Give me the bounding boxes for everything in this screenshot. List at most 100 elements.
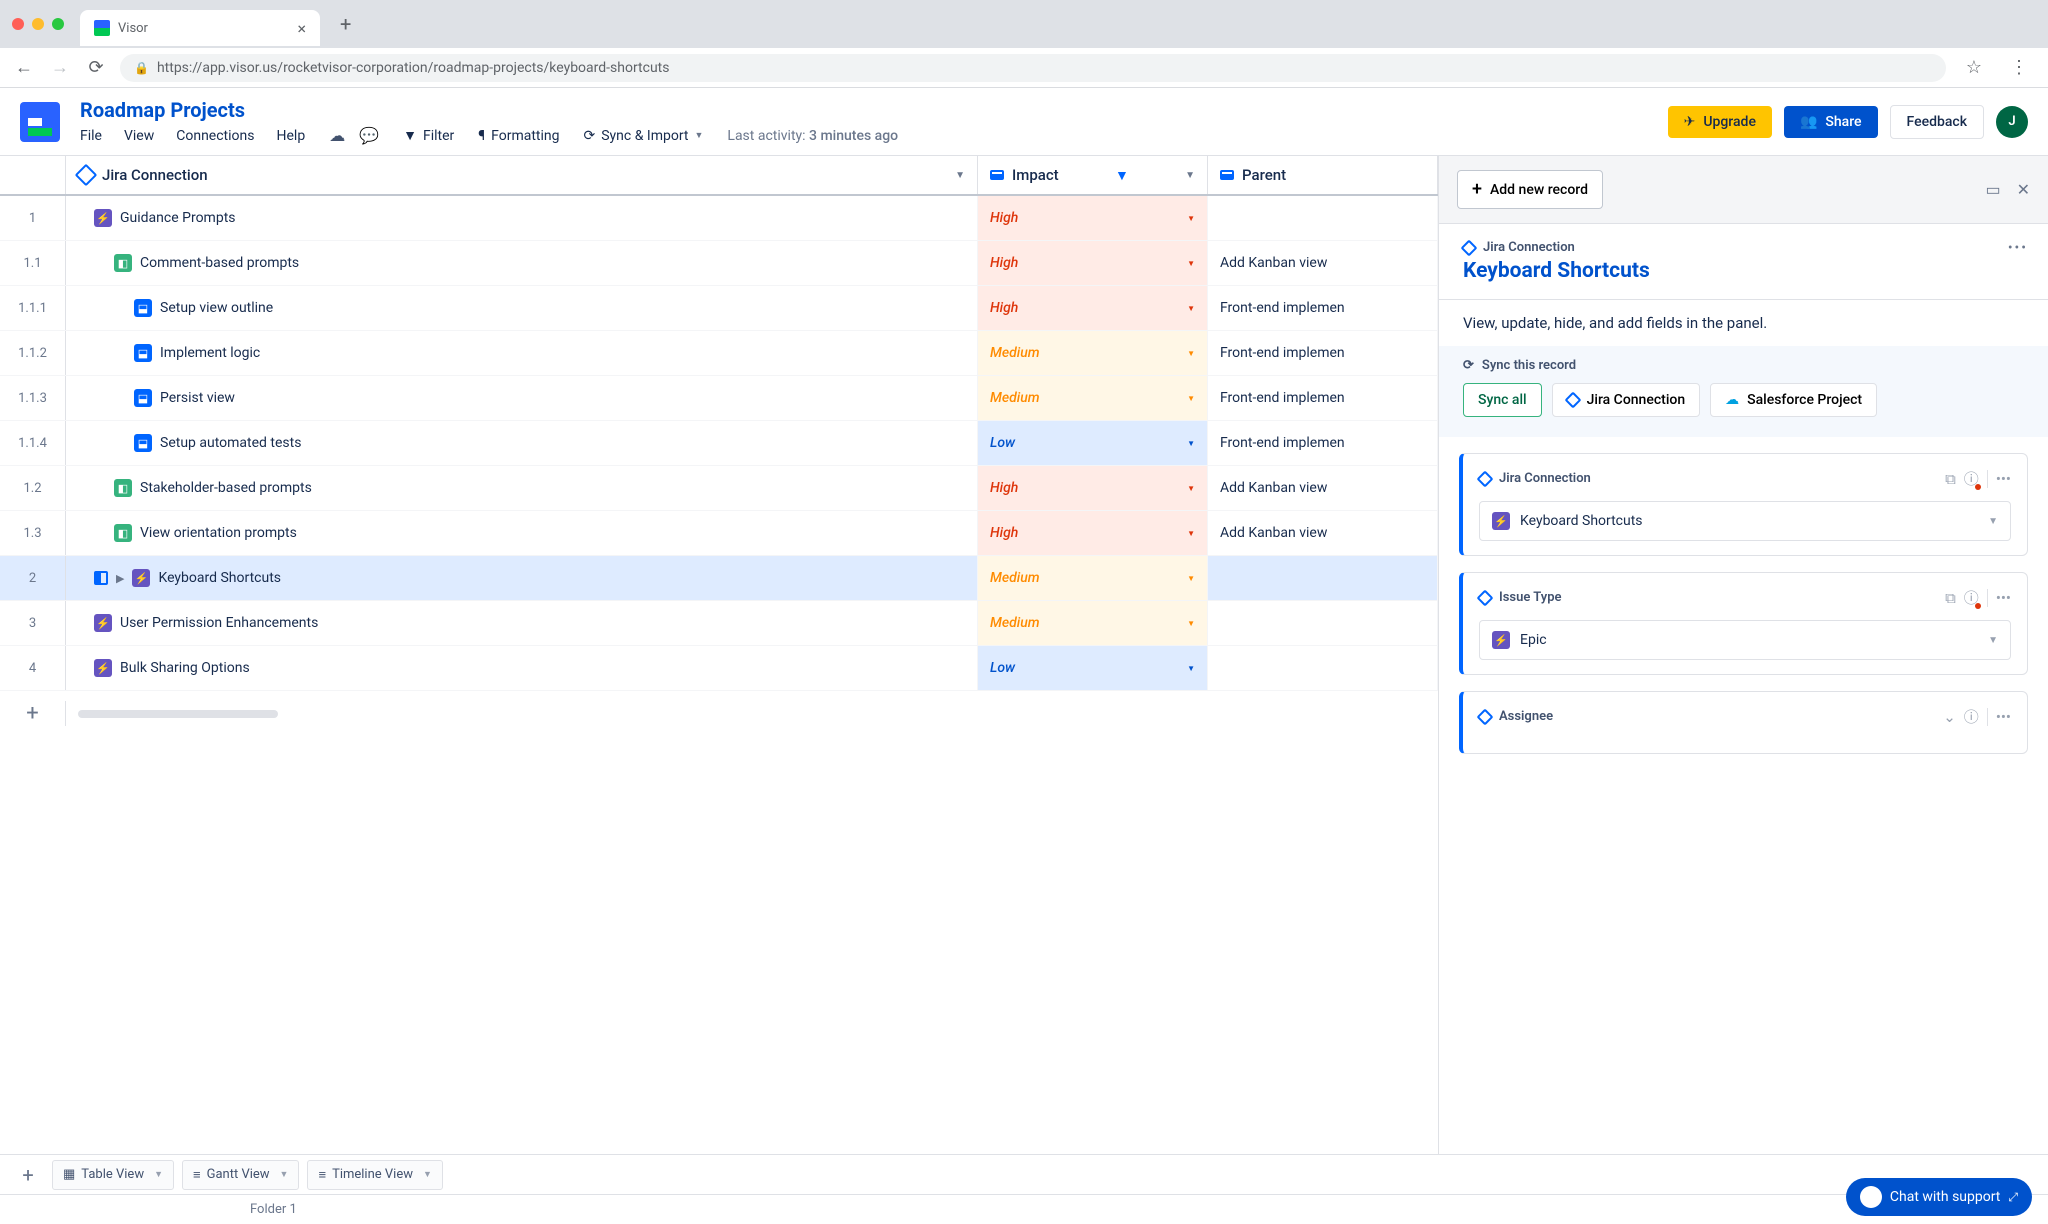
- close-panel-icon[interactable]: ✕: [2017, 180, 2030, 199]
- add-row[interactable]: +: [0, 691, 1438, 736]
- add-view-button[interactable]: +: [12, 1163, 44, 1187]
- cell-impact[interactable]: High▼: [978, 286, 1208, 330]
- formatting-action[interactable]: ¶ Formatting: [478, 128, 559, 144]
- cell-impact[interactable]: Medium▼: [978, 601, 1208, 645]
- chevron-down-icon[interactable]: ▼: [1187, 214, 1195, 223]
- expand-icon[interactable]: ▶: [116, 572, 124, 585]
- maximize-window-button[interactable]: [52, 18, 64, 30]
- chevron-down-icon[interactable]: ▼: [955, 170, 965, 181]
- feedback-button[interactable]: Feedback: [1890, 105, 1984, 139]
- cell-parent[interactable]: Add Kanban view: [1208, 511, 1438, 555]
- menu-file[interactable]: File: [80, 128, 102, 144]
- cell-parent[interactable]: Front-end implemen: [1208, 331, 1438, 375]
- column-header-impact[interactable]: Impact ▼ ▼: [978, 156, 1208, 194]
- sync-salesforce-button[interactable]: ☁ Salesforce Project: [1710, 383, 1877, 417]
- reload-button[interactable]: ⟳: [84, 57, 108, 78]
- more-icon[interactable]: •••: [1996, 708, 2011, 726]
- chevron-down-icon[interactable]: ▼: [1187, 349, 1195, 358]
- cell-impact[interactable]: Medium▼: [978, 331, 1208, 375]
- sync-action[interactable]: ⟳ Sync & Import ▼: [584, 128, 704, 144]
- chevron-down-icon[interactable]: ▼: [1187, 574, 1195, 583]
- link-icon[interactable]: ⧉: [1945, 470, 1956, 488]
- cell-title[interactable]: ⚡Guidance Prompts: [66, 196, 978, 240]
- cell-impact[interactable]: High▼: [978, 241, 1208, 285]
- chevron-down-icon[interactable]: ▼: [1988, 635, 1998, 646]
- browser-tab[interactable]: Visor ×: [80, 10, 320, 46]
- chat-icon[interactable]: 💬: [359, 126, 379, 145]
- cell-impact[interactable]: Low▼: [978, 421, 1208, 465]
- cell-title[interactable]: ◧Comment-based prompts: [66, 241, 978, 285]
- chevron-down-icon[interactable]: ▼: [1187, 664, 1195, 673]
- table-row[interactable]: 1.1.2⬓Implement logicMedium▼Front-end im…: [0, 331, 1438, 376]
- info-icon[interactable]: ⓘ: [1964, 706, 1979, 727]
- cell-title[interactable]: ▶⚡Keyboard Shortcuts: [66, 556, 978, 600]
- chevron-down-icon[interactable]: ▼: [1187, 304, 1195, 313]
- view-tab[interactable]: ≡Gantt View▼: [182, 1160, 299, 1190]
- plus-icon[interactable]: +: [0, 701, 66, 726]
- cell-impact[interactable]: Low▼: [978, 646, 1208, 690]
- table-row[interactable]: 1.3◧View orientation promptsHigh▼Add Kan…: [0, 511, 1438, 556]
- table-row[interactable]: 1.1◧Comment-based promptsHigh▼Add Kanban…: [0, 241, 1438, 286]
- cell-parent[interactable]: [1208, 556, 1438, 600]
- view-tab[interactable]: ≡Timeline View▼: [307, 1160, 442, 1190]
- avatar[interactable]: J: [1996, 106, 2028, 138]
- table-row[interactable]: 1.1.4⬓Setup automated testsLow▼Front-end…: [0, 421, 1438, 466]
- chevron-down-icon[interactable]: ▼: [1187, 439, 1195, 448]
- cell-title[interactable]: ⬓Setup view outline: [66, 286, 978, 330]
- menu-help[interactable]: Help: [277, 128, 306, 144]
- cell-parent[interactable]: [1208, 646, 1438, 690]
- chevron-down-icon[interactable]: ▼: [1187, 259, 1195, 268]
- horizontal-scrollbar[interactable]: [78, 710, 278, 718]
- chevron-down-icon[interactable]: ▼: [1185, 170, 1195, 181]
- cell-impact[interactable]: High▼: [978, 466, 1208, 510]
- cell-title[interactable]: ⬓Persist view: [66, 376, 978, 420]
- cell-parent[interactable]: Front-end implemen: [1208, 286, 1438, 330]
- field-value[interactable]: ⚡Epic▼: [1479, 620, 2011, 660]
- chevron-down-icon[interactable]: ▼: [280, 1169, 289, 1180]
- field-value[interactable]: ⚡Keyboard Shortcuts▼: [1479, 501, 2011, 541]
- chevron-down-icon[interactable]: ▼: [1187, 394, 1195, 403]
- chevron-down-icon[interactable]: ▼: [1187, 529, 1195, 538]
- browser-menu-icon[interactable]: ⋮: [2002, 57, 2036, 78]
- share-button[interactable]: 👥 Share: [1784, 106, 1878, 138]
- tab-close-icon[interactable]: ×: [297, 19, 306, 38]
- forward-button[interactable]: →: [48, 57, 72, 78]
- cell-parent[interactable]: Add Kanban view: [1208, 241, 1438, 285]
- column-header-jira[interactable]: Jira Connection ▼: [66, 156, 978, 194]
- more-icon[interactable]: •••: [1996, 589, 2011, 607]
- cell-title[interactable]: ◧View orientation prompts: [66, 511, 978, 555]
- cell-impact[interactable]: High▼: [978, 196, 1208, 240]
- chevron-down-icon[interactable]: ▼: [1187, 484, 1195, 493]
- app-logo[interactable]: [20, 102, 60, 142]
- expand-panel-icon[interactable]: ▭: [1985, 180, 2000, 199]
- cell-title[interactable]: ⚡User Permission Enhancements: [66, 601, 978, 645]
- table-row[interactable]: 2▶⚡Keyboard ShortcutsMedium▼: [0, 556, 1438, 601]
- table-row[interactable]: 1.1.1⬓Setup view outlineHigh▼Front-end i…: [0, 286, 1438, 331]
- cell-title[interactable]: ⬓Setup automated tests: [66, 421, 978, 465]
- table-row[interactable]: 1.1.3⬓Persist viewMedium▼Front-end imple…: [0, 376, 1438, 421]
- upgrade-button[interactable]: ✈ Upgrade: [1668, 106, 1772, 138]
- chat-support-button[interactable]: Chat with support ⤢: [1846, 1178, 2032, 1216]
- filter-action[interactable]: ▼ Filter: [403, 127, 454, 144]
- cell-parent[interactable]: Add Kanban view: [1208, 466, 1438, 510]
- more-icon[interactable]: •••: [2008, 240, 2028, 256]
- cell-impact[interactable]: High▼: [978, 511, 1208, 555]
- menu-connections[interactable]: Connections: [176, 128, 254, 144]
- url-field[interactable]: 🔒 https://app.visor.us/rocketvisor-corpo…: [120, 54, 1946, 82]
- add-record-button[interactable]: + Add new record: [1457, 170, 1603, 209]
- cell-title[interactable]: ⬓Implement logic: [66, 331, 978, 375]
- cell-parent[interactable]: Front-end implemen: [1208, 376, 1438, 420]
- cloud-icon[interactable]: ☁: [329, 126, 345, 145]
- table-row[interactable]: 3⚡User Permission EnhancementsMedium▼: [0, 601, 1438, 646]
- chevron-down-icon[interactable]: ▼: [1187, 619, 1195, 628]
- more-icon[interactable]: •••: [1996, 470, 2011, 488]
- info-alert-icon[interactable]: ⓘ: [1964, 587, 1979, 608]
- bookmark-icon[interactable]: ☆: [1958, 57, 1990, 78]
- chevron-down-icon[interactable]: ▼: [423, 1169, 432, 1180]
- chevron-circle-icon[interactable]: ⌄: [1943, 708, 1956, 726]
- info-alert-icon[interactable]: ⓘ: [1964, 468, 1979, 489]
- column-header-parent[interactable]: Parent: [1208, 156, 1438, 194]
- cell-title[interactable]: ⚡Bulk Sharing Options: [66, 646, 978, 690]
- chevron-down-icon[interactable]: ▼: [154, 1169, 163, 1180]
- cell-parent[interactable]: [1208, 196, 1438, 240]
